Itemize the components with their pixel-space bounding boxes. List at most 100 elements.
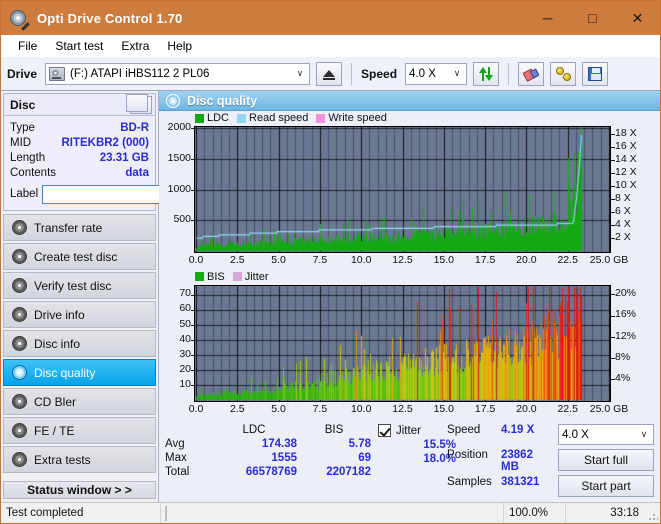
disc-properties: Type BD-R MID RITEKBR2 (000) Length 23.3… — [4, 116, 213, 210]
x-axis-tick-label: 12.5 — [392, 254, 413, 266]
disc-info-panel: Disc Type BD-R MID RITEKBR2 (000) Length… — [3, 93, 213, 211]
status-window-button[interactable]: Status window > > — [3, 481, 156, 499]
resize-grip[interactable] — [644, 503, 660, 523]
toolbar-divider-2 — [508, 62, 510, 85]
jitter-checkbox[interactable] — [378, 424, 391, 437]
samples-value: 381321 — [501, 476, 540, 488]
disc-value-contents: data — [125, 166, 149, 179]
disc-info-icon — [12, 336, 27, 351]
y2-axis-tick-label: 4% — [615, 371, 631, 384]
sidebar-item-drive-info[interactable]: Drive info — [3, 301, 156, 328]
progress-percent: 100.0% — [504, 503, 566, 523]
legend-label-read-speed: Read speed — [249, 112, 309, 124]
x-axis-tick-label: 20.0 — [516, 402, 537, 415]
menu-item-file[interactable]: File — [9, 37, 46, 55]
y2-axis-tick — [611, 160, 615, 161]
x-axis-tick-label: 17.5 — [474, 402, 496, 415]
y2-axis-tick-label: 12% — [615, 329, 637, 342]
x-axis-tick-label: 0.0 — [188, 254, 204, 266]
sidebar: Disc Type BD-R MID RITEKBR2 (000) Length… — [1, 91, 213, 502]
y2-axis-tick — [611, 173, 615, 174]
optical-drive-icon — [49, 66, 66, 81]
disc-value-mid: RITEKBR2 (000) — [61, 136, 149, 149]
sidebar-item-verify-test-disc[interactable]: Verify test disc — [3, 272, 156, 299]
statistics-panel: LDC BIS Avg 174.38 5.78 Max 1555 69 Tota… — [159, 420, 660, 502]
drive-select[interactable]: (F:) ATAPI iHBS112 2 PL06 ∨ — [45, 62, 311, 85]
close-button[interactable]: ✕ — [615, 1, 660, 35]
maximize-button[interactable]: □ — [570, 1, 615, 35]
y2-axis-tick-label: 16% — [615, 308, 637, 321]
jitter-stats: Jitter 15.5% 18.0% — [378, 424, 456, 465]
y-axis-tick — [191, 159, 195, 160]
sidebar-nav: Transfer rate Create test disc Verify te… — [1, 214, 158, 473]
minimize-button[interactable]: ─ — [525, 1, 570, 35]
y-axis-tick — [191, 128, 195, 129]
row-samples: Samples 381321 — [447, 476, 554, 488]
x-axis-tick-label: 20.0 — [516, 254, 537, 266]
save-button[interactable] — [582, 61, 609, 86]
start-full-button[interactable]: Start full — [558, 449, 654, 471]
x-axis-tick-label: 22.5 — [557, 254, 578, 266]
sidebar-item-create-test-disc[interactable]: Create test disc — [3, 243, 156, 270]
app-icon — [9, 8, 30, 31]
charts-area: LDC Read speed Write speed 500 1000 1500… — [159, 111, 660, 420]
toolbar-divider — [351, 62, 353, 85]
error-stats: LDC BIS Avg 174.38 5.78 Max 1555 69 Tota… — [165, 424, 456, 500]
discs-button[interactable] — [550, 61, 577, 86]
sidebar-item-disc-info[interactable]: Disc info — [3, 330, 156, 357]
eraser-icon — [522, 66, 540, 82]
disc-label-key: Label — [10, 188, 39, 200]
sidebar-item-transfer-rate[interactable]: Transfer rate — [3, 214, 156, 241]
menu-item-extra[interactable]: Extra — [112, 37, 158, 55]
sidebar-item-fe-te[interactable]: FE / TE — [3, 417, 156, 444]
y-axis-tick-label: 1000 — [167, 182, 191, 195]
sidebar-item-disc-quality[interactable]: Disc quality — [3, 359, 156, 386]
x-axis-tick-label: 25.0 GB — [589, 254, 629, 266]
disc-refresh-button[interactable] — [126, 93, 152, 114]
disc-label-row: Label — [10, 183, 213, 205]
status-message: Test completed — [1, 503, 161, 523]
stats-row-label-total: Total — [165, 466, 190, 478]
run-stats: Speed 4.19 X Position 23862 MB Samples 3… — [447, 424, 554, 500]
chevron-down-icon: ∨ — [453, 68, 461, 78]
menu-item-help[interactable]: Help — [158, 37, 201, 55]
y-axis-tick-label: 60 — [179, 302, 191, 315]
menu-item-start-test[interactable]: Start test — [46, 37, 112, 55]
progress-cell — [161, 503, 504, 523]
position-value: 23862 MB — [500, 449, 533, 473]
test-speed-value: 4.0 X — [562, 428, 589, 441]
y2-axis-tick — [611, 134, 615, 135]
create-test-disc-icon — [12, 249, 27, 264]
y2-axis-tick — [611, 357, 615, 359]
erase-button[interactable] — [518, 61, 545, 86]
elapsed-time: 33:18 — [610, 507, 639, 519]
start-part-button[interactable]: Start part — [558, 475, 654, 497]
y2-axis-tick — [611, 186, 615, 187]
x-axis-tick-label: 5.0 — [271, 402, 286, 415]
refresh-button[interactable] — [473, 61, 500, 86]
y-axis-tick — [191, 354, 195, 356]
stats-header-bis: BIS — [324, 424, 344, 436]
y2-axis-tick — [611, 225, 615, 226]
main-panel: Disc quality LDC Read speed Write speed … — [159, 91, 660, 502]
save-icon — [588, 66, 603, 81]
x-axis-tick-label: 10.0 — [350, 402, 372, 415]
eject-button[interactable] — [316, 61, 343, 86]
sidebar-item-cd-bler[interactable]: CD Bler — [3, 388, 156, 415]
y-axis-tick-label: 20 — [179, 362, 191, 375]
speed-select[interactable]: 4.0 X ∨ — [405, 62, 468, 85]
test-speed-select[interactable]: 4.0 X ∨ — [558, 424, 654, 445]
x-axis-tick-label: 5.0 — [271, 254, 286, 266]
sidebar-label-disc-quality: Disc quality — [34, 365, 96, 380]
disc-key-length: Length — [10, 151, 46, 164]
drive-select-value: (F:) ATAPI iHBS112 2 PL06 — [70, 67, 210, 80]
sidebar-label-disc-info: Disc info — [34, 336, 81, 351]
y2-axis-tick — [611, 293, 615, 295]
row-speed: Speed 4.19 X — [447, 424, 554, 436]
sidebar-item-extra-tests[interactable]: Extra tests — [3, 446, 156, 473]
y2-axis-tick — [611, 336, 615, 338]
disc-value-length: 23.31 GB — [99, 151, 149, 164]
y-axis-tick — [191, 384, 195, 386]
sidebar-label-drive-info: Drive info — [34, 307, 85, 322]
x-axis-tick-label: 15.0 — [433, 402, 455, 415]
